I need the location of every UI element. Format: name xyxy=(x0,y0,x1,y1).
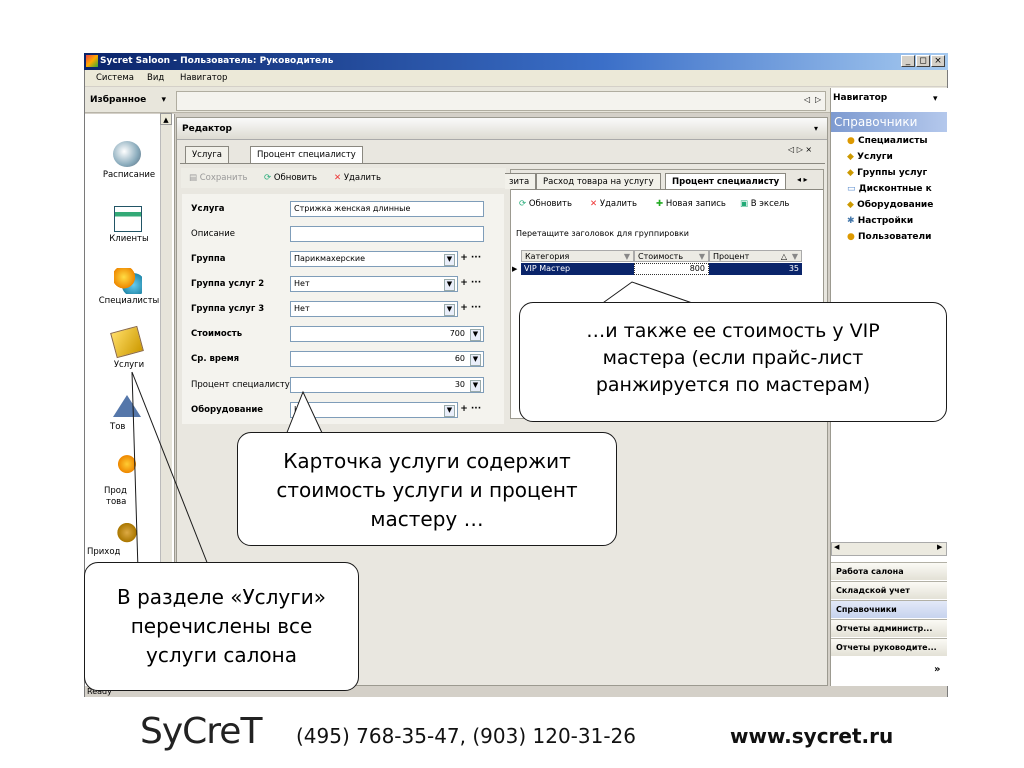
sycret-logo: SyCreT xyxy=(140,711,262,752)
pointer-services-right xyxy=(131,371,211,571)
pointer-card xyxy=(285,390,324,436)
footer-website[interactable]: www.sycret.ru xyxy=(730,724,893,748)
callout-vip: …и также ее стоимость у VIP мастера (есл… xyxy=(519,302,947,422)
footer-phones: (495) 768-35-47, (903) 120-31-26 xyxy=(296,724,636,748)
callout-card: Карточка услуги содержит стоимость услуг… xyxy=(237,432,617,546)
callout-services: В разделе «Услуги» перечислены все услуг… xyxy=(84,562,359,691)
pointer-services-left xyxy=(131,371,139,571)
